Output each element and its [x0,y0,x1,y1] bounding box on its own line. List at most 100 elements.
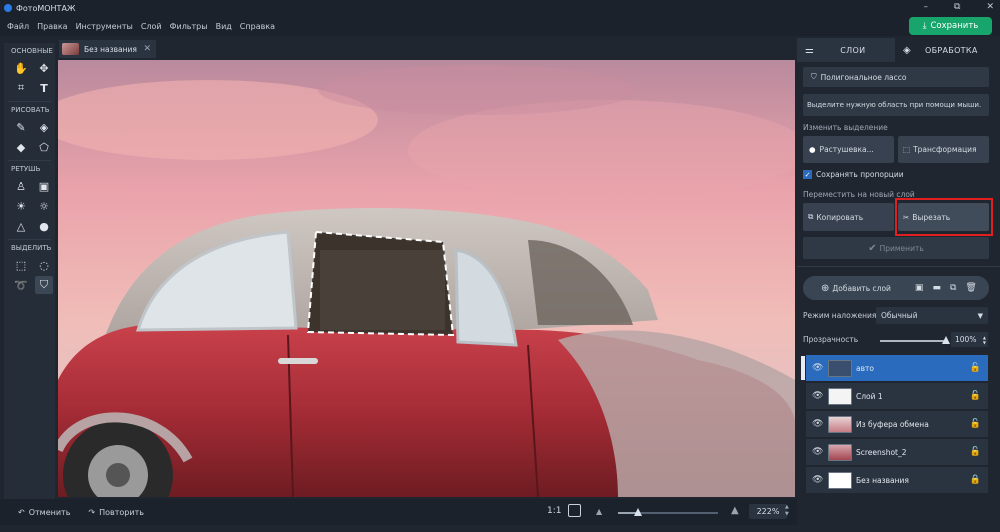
eye-icon[interactable]: 👁 [812,391,823,401]
transform-button-label: Трансформация [913,145,977,154]
current-tool-name: Полигональное лассо [820,72,907,82]
layer-item-screenshot[interactable]: 👁 Screenshot_2 🔓 [806,439,988,465]
copy-button-label: Копировать [816,212,864,222]
redo-icon: ↷ [88,507,96,517]
opacity-value-field[interactable]: 100% ▲ ▼ [951,332,988,347]
eye-icon[interactable]: 👁 [812,363,823,373]
save-button[interactable]: ⤓ Сохранить [909,17,992,35]
divider [8,239,51,240]
undo-icon: ↶ [18,507,25,517]
menu-view[interactable]: Вид [216,22,232,31]
trash-icon[interactable]: 🗑 [965,283,976,293]
plus-icon: ⊕ [821,282,830,294]
blur-tool-icon[interactable]: ● [35,217,53,235]
hand-tool-icon[interactable]: ✋ [12,59,30,77]
copy-button[interactable]: ⧉ Копировать [803,203,894,231]
unlock-icon[interactable]: 🔓 [970,391,981,401]
sharpen-tool-icon[interactable]: △ [12,217,30,235]
rect-select-icon[interactable]: ⬚ [12,256,30,274]
feather-button[interactable]: ● Растушевка... [803,136,894,163]
fill-tool-icon[interactable]: ◆ [12,138,30,156]
actual-size-button[interactable]: 1:1 [547,506,561,516]
image-canvas[interactable] [58,60,795,497]
transform-button[interactable]: ⬚ Трансформация [898,136,989,163]
tab-layers-label: СЛОИ [840,45,866,55]
opacity-slider-handle[interactable] [942,336,950,344]
zoom-stepper-icon[interactable]: ▲ ▼ [785,504,789,518]
section-basic: ОСНОВНЫЕ [11,47,53,55]
close-icon[interactable]: ✕ [986,2,994,12]
opacity-stepper-icon: ▲ ▼ [982,334,986,345]
undo-button[interactable]: ↶ Отменить [18,508,70,517]
clone-stamp-icon[interactable]: ♙ [12,177,30,195]
layer-item-clipboard[interactable]: 👁 Из буфера обмена 🔓 [806,411,988,437]
tool-hint-text: Выделите нужную область при помощи мыши. [807,101,982,109]
app-title: ФотоМОНТАЖ [16,3,76,13]
section-draw: РИСОВАТЬ [11,106,50,114]
minimize-icon[interactable]: – [924,2,929,12]
zoom-value-field[interactable]: 222% [749,504,787,519]
tab-layers[interactable]: ⚌ СЛОИ [797,38,895,62]
unlock-icon[interactable]: 🔓 [970,447,981,457]
menu-layer[interactable]: Слой [141,22,162,31]
layer-name: Screenshot_2 [856,447,907,457]
fit-screen-icon[interactable] [568,504,581,517]
apply-button-label: Применить [879,243,924,253]
undo-label: Отменить [28,507,71,517]
layer-item-background[interactable]: 👁 Без названия 🔒 [806,467,988,493]
menu-tools[interactable]: Инструменты [76,22,133,31]
restore-icon[interactable]: ⧉ [954,2,960,12]
ellipse-select-icon[interactable]: ◌ [35,256,53,274]
text-tool-icon[interactable]: T [35,79,53,97]
mask-icon[interactable]: ▣ [915,283,924,293]
keep-proportions-checkbox[interactable]: ✓ Сохранять пропорции [803,170,904,179]
window-controls: – ⧉ ✕ [924,2,994,12]
menu-help[interactable]: Справка [240,22,275,31]
healing-tool-icon[interactable]: ▣ [35,177,53,195]
eraser-tool-icon[interactable]: ◈ [35,118,53,136]
layer-item-auto[interactable]: 👁 авто 🔓 [806,355,988,381]
layer-name: Слой 1 [856,391,883,401]
eye-icon[interactable]: 👁 [812,447,823,457]
unlock-icon[interactable]: 🔓 [970,419,981,429]
opacity-slider-fill [880,340,946,342]
menu-filters[interactable]: Фильтры [170,22,208,31]
unlock-icon[interactable]: 🔓 [970,363,981,373]
brush-tool-icon[interactable]: ✎ [12,118,30,136]
move-tool-icon[interactable]: ✥ [35,59,53,77]
opacity-slider[interactable] [880,336,950,344]
tab-processing[interactable]: ◈ ОБРАБОТКА [897,38,995,62]
change-selection-label: Изменить выделение [803,123,888,132]
zoom-slider[interactable] [618,508,718,516]
document-thumbnail [62,43,79,55]
app-logo-icon [4,4,12,12]
layer-item-layer1[interactable]: 👁 Слой 1 🔓 [806,383,988,409]
apply-button[interactable]: ✔ Применить [803,237,989,259]
lock-icon[interactable]: 🔒 [970,475,981,485]
transform-icon: ⬚ [903,145,911,154]
redo-button[interactable]: ↷ Повторить [88,508,144,517]
zoom-slider-handle[interactable] [634,508,642,516]
polygonal-lasso-icon[interactable]: ⛉ [35,276,53,294]
duplicate-icon[interactable]: ⧉ [950,283,956,293]
folder-icon[interactable]: ▬ [932,283,941,293]
menu-file[interactable]: Файл [7,22,29,31]
blend-mode-select[interactable]: Обычный ▼ [876,307,988,324]
keep-proportions-label: Сохранять пропорции [816,170,904,179]
shapes-tool-icon[interactable]: ⬠ [35,138,53,156]
zoom-out-icon[interactable]: ▲ [596,507,602,516]
darken-tool-icon[interactable]: ☼ [35,197,53,215]
eye-icon[interactable]: 👁 [812,475,823,485]
crop-tool-icon[interactable]: ⌗ [12,79,30,97]
sliders-icon: ⚌ [805,44,815,56]
document-tab[interactable]: Без названия ✕ [59,40,156,58]
add-layer-button[interactable]: ⊕ Добавить слой ▣ ▬ ⧉ 🗑 [803,276,989,300]
menu-edit[interactable]: Правка [37,22,67,31]
brighten-tool-icon[interactable]: ☀ [12,197,30,215]
close-tab-icon[interactable]: ✕ [143,44,151,54]
zoom-in-icon[interactable]: ▲ [731,505,739,516]
divider [8,160,51,161]
eye-icon[interactable]: 👁 [812,419,823,429]
lasso-tool-icon[interactable]: ➰ [12,276,30,294]
layer-name: Без названия [856,475,909,485]
